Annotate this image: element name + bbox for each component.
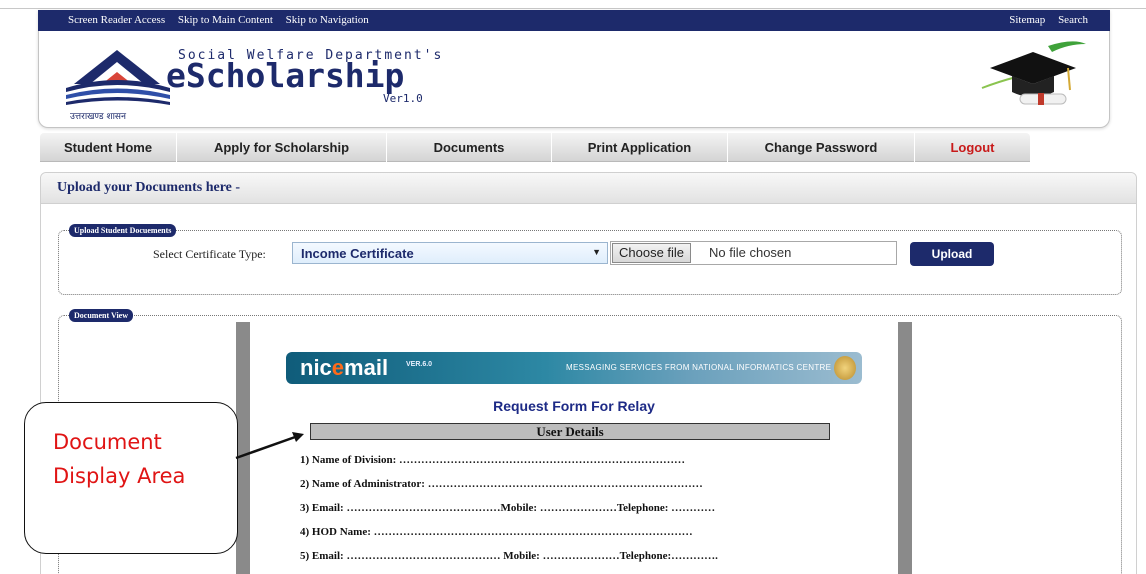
utility-bar: Screen Reader Access Skip to Main Conten… (38, 10, 1110, 31)
nicemail-tagline: MESSAGING SERVICES FROM NATIONAL INFORMA… (566, 363, 832, 372)
page-title: Upload your Documents here - (57, 180, 241, 195)
nicemail-version: VER.6.0 (406, 361, 433, 368)
document-viewer[interactable]: nicemail VER.6.0 MESSAGING SERVICES FROM… (236, 322, 912, 574)
nicemail-logo-part-nic: nic (300, 355, 332, 380)
nav-logout[interactable]: Logout (915, 133, 1030, 162)
document-title: Request Form For Relay (493, 398, 655, 414)
logo-caption: उत्तराखण्ड शासन (70, 112, 127, 122)
document-line: 1) Name of Division: …………………………………………………… (300, 454, 685, 466)
callout-line-2: Display Area (53, 464, 186, 488)
nicemail-banner: nicemail VER.6.0 MESSAGING SERVICES FROM… (286, 352, 862, 384)
certificate-type-label: Select Certificate Type: (153, 247, 266, 261)
file-status: No file chosen (709, 245, 792, 260)
nav-apply-for-scholarship[interactable]: Apply for Scholarship (177, 133, 387, 162)
link-sitemap[interactable]: Sitemap (1009, 14, 1045, 26)
upload-button[interactable]: Upload (910, 242, 994, 266)
nicemail-logo: nicemail (300, 355, 388, 381)
page-top-border (0, 8, 1146, 9)
nav-change-password[interactable]: Change Password (728, 133, 915, 162)
nicemail-logo-part-e: e (331, 355, 345, 380)
graduation-cap-icon (981, 41, 1086, 105)
document-line: 5) Email: …………………………………… Mobile: …………………… (300, 550, 718, 562)
uttarakhand-emblem-icon[interactable] (60, 40, 175, 120)
document-line: 3) Email: ……………………………………Mobile: …………………T… (300, 502, 716, 514)
callout-text: Document Display Area (53, 425, 185, 493)
certificate-type-select[interactable]: Income Certificate ▼ (292, 242, 608, 264)
document-line: 4) HOD Name: ………………………………………………………………………… (300, 526, 693, 538)
nicemail-logo-part-mail: mail (344, 355, 389, 380)
choose-file-button[interactable]: Choose file (612, 243, 692, 263)
link-skip-to-main-content[interactable]: Skip to Main Content (178, 14, 273, 26)
document-view-legend: Document View (69, 309, 133, 322)
panel-header: Upload your Documents here - (41, 173, 1136, 204)
upload-legend: Upload Student Docuements (69, 224, 177, 237)
callout-line-1: Document (53, 430, 162, 454)
national-emblem-icon (834, 356, 856, 380)
link-screen-reader-access[interactable]: Screen Reader Access (68, 14, 165, 26)
link-search[interactable]: Search (1058, 14, 1088, 26)
main-navigation: Student Home Apply for Scholarship Docum… (40, 133, 1030, 162)
certificate-type-value: Income Certificate (301, 246, 414, 261)
dropdown-arrow-icon: ▼ (592, 247, 601, 257)
nav-student-home[interactable]: Student Home (40, 133, 177, 162)
file-input[interactable]: Choose file No file chosen (610, 241, 897, 265)
utility-links-left: Screen Reader Access Skip to Main Conten… (68, 14, 379, 26)
nav-print-application[interactable]: Print Application (552, 133, 728, 162)
link-skip-to-navigation[interactable]: Skip to Navigation (286, 14, 369, 26)
nav-documents[interactable]: Documents (387, 133, 552, 162)
document-line: 2) Name of Administrator: ……………………………………… (300, 478, 703, 490)
site-title: eScholarship (166, 56, 405, 95)
document-section-header: User Details (310, 423, 830, 440)
document-page: nicemail VER.6.0 MESSAGING SERVICES FROM… (250, 322, 898, 574)
annotation-callout: Document Display Area (24, 402, 238, 554)
site-version: Ver1.0 (383, 92, 423, 105)
utility-links-right: Sitemap Search (999, 14, 1088, 26)
